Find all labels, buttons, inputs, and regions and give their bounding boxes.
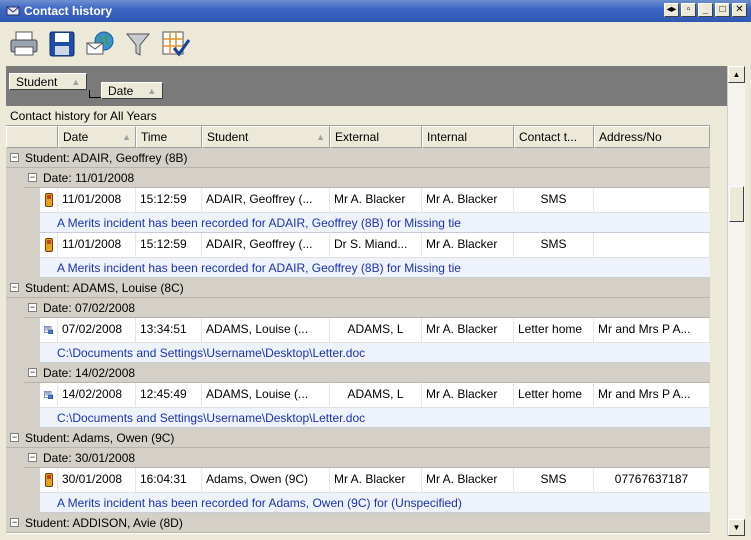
sort-ascending-icon: ▲ <box>316 132 325 142</box>
print-button[interactable] <box>8 27 40 61</box>
save-button[interactable] <box>46 27 78 61</box>
date-group-row[interactable]: − Date: 11/01/2008 <box>24 168 710 188</box>
group-chip-label: Student <box>16 74 58 89</box>
app-icon <box>6 6 20 16</box>
letter-icon <box>44 391 53 399</box>
group-by-panel: Student ▲ Date ▲ <box>6 66 727 106</box>
floppy-disk-icon <box>49 31 75 57</box>
email-globe-icon <box>86 31 114 55</box>
date-group-row[interactable]: − Date: 14/02/2008 <box>24 363 710 383</box>
vertical-scrollbar[interactable]: ▲ ▼ <box>727 66 745 536</box>
collapse-icon[interactable]: − <box>10 433 19 442</box>
restore-icon[interactable]: ▫ <box>681 3 696 17</box>
collapse-icon[interactable]: − <box>10 153 19 162</box>
column-header-student[interactable]: Student ▲ <box>202 126 330 148</box>
student-group-row[interactable]: − Student: Adams, Owen (9C) <box>6 428 710 448</box>
window-title: Contact history <box>24 4 113 18</box>
funnel-icon <box>125 33 151 56</box>
scroll-up-arrow-icon[interactable]: ▲ <box>728 66 745 83</box>
group-connector <box>89 90 101 98</box>
table-row[interactable]: 11/01/2008 15:12:59 ADAIR, Geoffrey (...… <box>40 232 710 258</box>
phone-icon <box>44 193 53 207</box>
table-row[interactable]: 14/02/2008 12:45:49 ADAMS, Louise (... A… <box>40 382 710 408</box>
column-header-internal[interactable]: Internal <box>422 126 514 148</box>
email-button[interactable] <box>84 27 116 61</box>
student-group-row[interactable]: − Student: ADDISON, Avie (8D) <box>6 513 710 533</box>
toolbar <box>0 22 751 66</box>
sort-ascending-icon: ▲ <box>122 132 131 142</box>
collapse-icon[interactable]: − <box>28 303 37 312</box>
row-preview: C:\Documents and Settings\Username\Deskt… <box>40 343 710 363</box>
grid-caption: Contact history for All Years <box>6 106 710 126</box>
group-chip-date[interactable]: Date ▲ <box>101 82 164 99</box>
letter-icon <box>44 326 53 334</box>
filter-button[interactable] <box>122 27 154 61</box>
column-header-date[interactable]: Date ▲ <box>58 126 136 148</box>
scroll-down-arrow-icon[interactable]: ▼ <box>728 519 745 536</box>
printer-icon <box>10 31 38 56</box>
column-header-address[interactable]: Address/No <box>594 126 710 148</box>
row-preview: A Merits incident has been recorded for … <box>40 213 710 233</box>
row-preview: A Merits incident has been recorded for … <box>40 258 710 278</box>
column-header-row: Date ▲ Time Student ▲ External Internal Co… <box>6 126 710 148</box>
collapse-icon[interactable]: − <box>28 453 37 462</box>
title-bar: Contact history ◂▸ ▫ _ □ ✕ <box>0 0 751 22</box>
student-group-row[interactable]: − Student: ADAIR, Geoffrey (8B) <box>6 148 710 168</box>
phone-icon <box>44 238 53 252</box>
minimize-button[interactable]: _ <box>698 3 713 17</box>
table-row[interactable]: 07/02/2008 13:34:51 ADAMS, Louise (... A… <box>40 317 710 343</box>
grid-check-icon <box>162 31 191 57</box>
maximize-button[interactable]: □ <box>715 3 730 17</box>
group-chip-student[interactable]: Student ▲ <box>9 73 88 90</box>
date-group-row[interactable]: − Date: 07/02/2008 <box>24 298 710 318</box>
table-row[interactable]: 30/01/2008 16:04:31 Adams, Owen (9C) Mr … <box>40 467 710 493</box>
collapse-icon[interactable]: − <box>28 173 37 182</box>
column-header-external[interactable]: External <box>330 126 422 148</box>
student-group-row[interactable]: − Student: ADAMS, Louise (8C) <box>6 278 710 298</box>
sort-ascending-icon: ▲ <box>147 85 157 96</box>
column-header-contact-type[interactable]: Contact t... <box>514 126 594 148</box>
date-group-row[interactable]: − Date: 30/01/2008 <box>24 448 710 468</box>
scroll-thumb[interactable] <box>729 186 744 222</box>
row-preview: C:\Documents and Settings\Username\Deskt… <box>40 408 710 428</box>
dock-icon[interactable]: ◂▸ <box>664 3 679 17</box>
collapse-icon[interactable]: − <box>10 283 19 292</box>
column-header-indicator[interactable] <box>6 126 58 148</box>
choose-columns-button[interactable] <box>160 27 192 61</box>
collapse-icon[interactable]: − <box>10 518 19 527</box>
contact-history-grid: − Student: ADAIR, Geoffrey (8B) − Date: … <box>6 148 710 534</box>
row-preview: A Merits incident has been recorded for … <box>40 493 710 513</box>
collapse-icon[interactable]: − <box>28 368 37 377</box>
table-row[interactable]: 11/01/2008 15:12:59 ADAIR, Geoffrey (...… <box>40 187 710 213</box>
group-chip-label: Date <box>108 83 134 98</box>
phone-icon <box>44 473 53 487</box>
sort-ascending-icon: ▲ <box>71 76 81 87</box>
column-header-time[interactable]: Time <box>136 126 202 148</box>
close-button[interactable]: ✕ <box>732 3 747 17</box>
